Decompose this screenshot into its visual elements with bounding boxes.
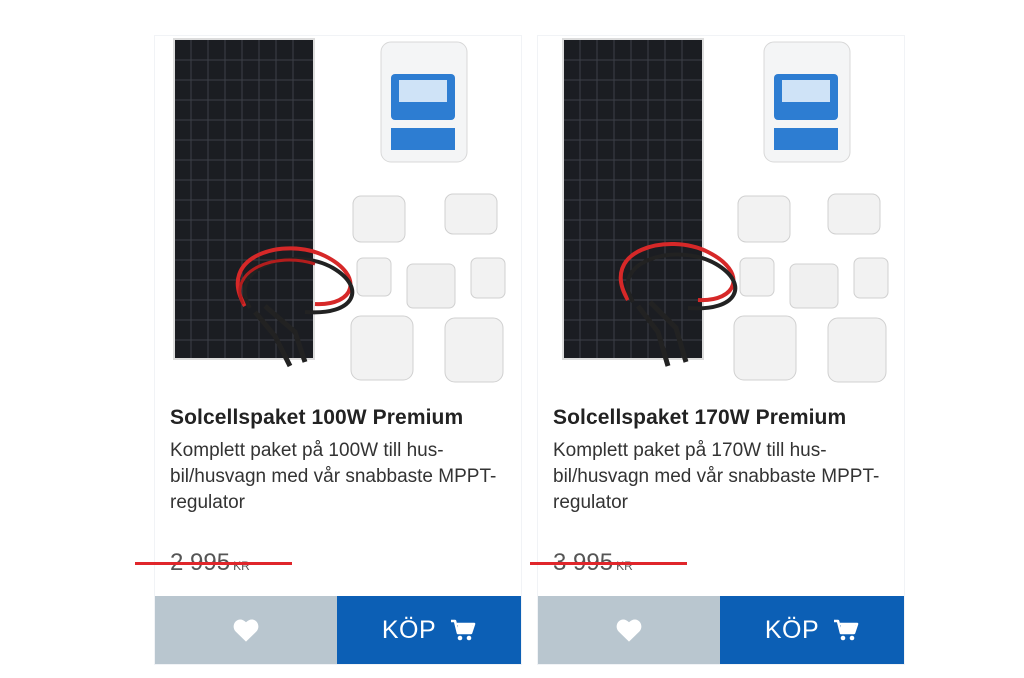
product-image[interactable] — [538, 36, 904, 391]
cart-icon — [450, 619, 476, 641]
product-card: Solcellspaket 170W Premium Komplett pake… — [530, 36, 904, 664]
product-grid: Solcellspaket 100W Premium Komplett pake… — [0, 0, 1024, 678]
buy-button[interactable]: KÖP — [720, 596, 904, 664]
product-card: Solcellspaket 100W Premium Komplett pake… — [135, 36, 521, 664]
product-description: Komplett paket på 100W till hus­bil/husv… — [170, 440, 497, 513]
heart-icon — [616, 619, 642, 642]
product-description: Komplett paket på 170W till hus­bil/husv… — [553, 440, 880, 513]
add-to-wishlist-button[interactable] — [538, 596, 720, 664]
buy-button-label: KÖP — [764, 615, 820, 644]
product-title[interactable]: Solcellspaket 100W Premium — [170, 406, 463, 430]
buy-button-label: KÖP — [381, 615, 437, 644]
cart-icon — [833, 619, 859, 641]
add-to-wishlist-button[interactable] — [155, 596, 337, 664]
product-image[interactable] — [155, 36, 521, 391]
price-strikethrough — [135, 562, 292, 565]
solar-kit-illustration — [173, 38, 506, 383]
buy-button[interactable]: KÖP — [337, 596, 521, 664]
solar-kit-illustration — [562, 38, 889, 383]
price-strikethrough — [530, 562, 687, 565]
product-title[interactable]: Solcellspaket 170W Premium — [553, 406, 846, 430]
heart-icon — [233, 619, 259, 642]
